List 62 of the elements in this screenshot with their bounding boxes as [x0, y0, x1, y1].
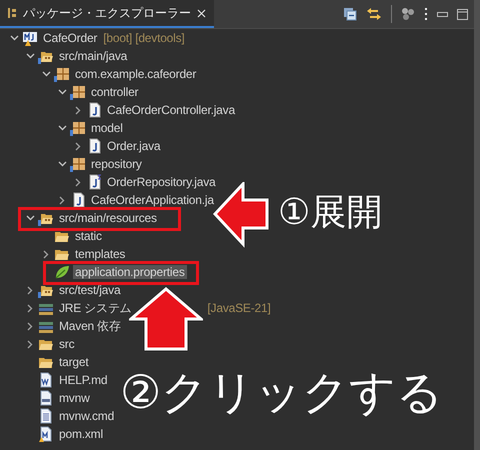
expanded-chevron-icon[interactable]: [26, 53, 34, 59]
collapse-all-icon[interactable]: [343, 7, 357, 21]
tree-item[interactable]: application.properties: [73, 265, 187, 279]
package-icon: [54, 66, 70, 82]
binary-file-icon: [38, 390, 54, 406]
maximize-icon[interactable]: [457, 8, 468, 20]
tree-item[interactable]: mvnw: [57, 391, 92, 405]
tree-item[interactable]: CafeOrderApplication.ja: [89, 193, 216, 207]
project-decoration: [JavaSE-21]: [207, 301, 271, 315]
tree-item[interactable]: mvnw.cmd: [57, 409, 116, 423]
tree-item[interactable]: repository: [89, 157, 144, 171]
package-explorer-icon: [7, 7, 17, 19]
step-annotation: ②クリックする: [120, 369, 444, 415]
collapsed-chevron-icon[interactable]: [59, 196, 65, 204]
tree-item[interactable]: CafeOrder: [41, 31, 100, 45]
tree-item[interactable]: model: [89, 121, 125, 135]
tree-item[interactable]: OrderRepository.java: [105, 175, 218, 189]
collapsed-chevron-icon[interactable]: [75, 142, 81, 150]
file-icon: [38, 372, 54, 388]
tree-item[interactable]: pom.xml: [57, 427, 105, 441]
view-tab[interactable]: パッケージ・エクスプローラー: [0, 0, 214, 28]
close-icon[interactable]: [197, 8, 206, 18]
package-icon: [70, 84, 86, 100]
project-decoration: [boot] [devtools]: [103, 31, 185, 45]
tree-item[interactable]: controller: [89, 85, 140, 99]
collapsed-chevron-icon[interactable]: [43, 250, 49, 258]
minimize-icon[interactable]: [437, 12, 448, 16]
package-icon: [70, 156, 86, 172]
project-icon: [22, 30, 38, 46]
expanded-chevron-icon[interactable]: [58, 161, 66, 167]
expanded-chevron-icon[interactable]: [58, 125, 66, 131]
collapsed-chevron-icon[interactable]: [75, 178, 81, 186]
tree-item[interactable]: HELP.md: [57, 373, 110, 387]
tree-item[interactable]: Maven 依存: [57, 319, 123, 333]
package-icon: [70, 120, 86, 136]
collapsed-chevron-icon[interactable]: [27, 304, 33, 312]
collapsed-chevron-icon[interactable]: [27, 322, 33, 330]
collapsed-chevron-icon[interactable]: [27, 340, 33, 348]
tree-item[interactable]: JRE システム: [57, 301, 134, 315]
tree-item[interactable]: src: [57, 337, 76, 351]
tree-item[interactable]: src/main/java: [57, 49, 130, 63]
expanded-chevron-icon[interactable]: [58, 89, 66, 95]
tree-item[interactable]: templates: [73, 247, 128, 261]
tree-item[interactable]: static: [73, 229, 104, 243]
leaf-icon: [54, 264, 70, 280]
expanded-chevron-icon[interactable]: [10, 35, 18, 41]
file-icon: [38, 408, 54, 424]
tree-item[interactable]: src/main/resources: [57, 211, 159, 225]
expanded-chevron-icon[interactable]: [26, 215, 34, 221]
tree-item[interactable]: Order.java: [105, 139, 162, 153]
collapsed-chevron-icon[interactable]: [27, 286, 33, 294]
expanded-chevron-icon[interactable]: [42, 71, 50, 77]
tree-item[interactable]: src/test/java: [57, 283, 122, 297]
step-annotation: ①展開: [278, 195, 382, 231]
view-menu-icon[interactable]: [424, 7, 428, 21]
collapsed-chevron-icon[interactable]: [75, 106, 81, 114]
tree-item[interactable]: CafeOrderController.java: [105, 103, 237, 117]
link-arrows-icon[interactable]: [366, 7, 382, 21]
filter-icon[interactable]: [401, 7, 415, 21]
tree-item[interactable]: target: [57, 355, 90, 369]
file-icon: [38, 426, 54, 442]
tree-item[interactable]: com.example.cafeorder: [73, 67, 198, 81]
